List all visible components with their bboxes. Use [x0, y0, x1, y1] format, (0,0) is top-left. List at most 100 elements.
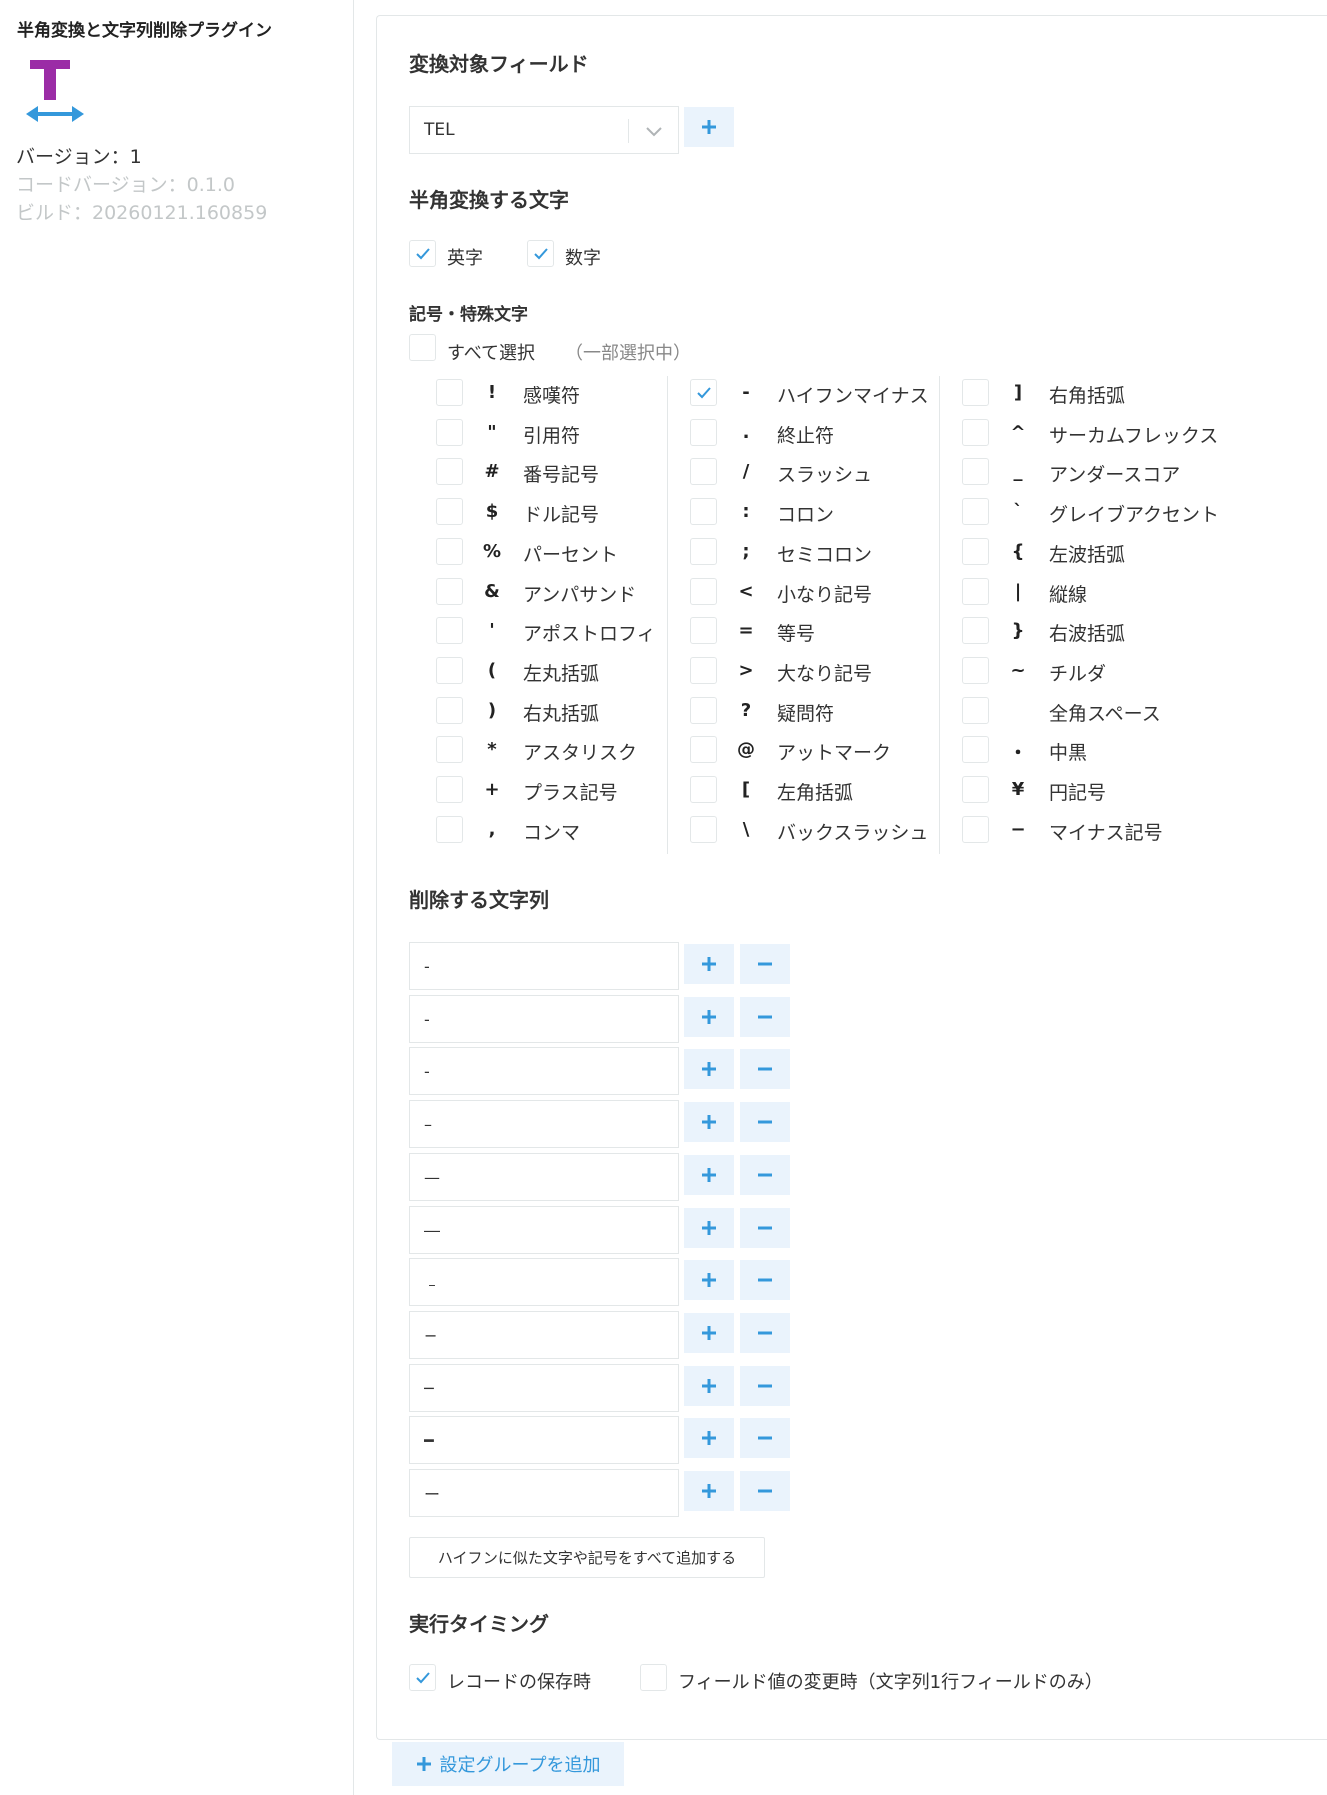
add-row-button[interactable] [684, 1313, 734, 1353]
symbol-char: ` [1013, 501, 1023, 522]
symbol-checkbox[interactable] [690, 379, 717, 406]
delete-string-input[interactable] [409, 1153, 679, 1201]
symbol-char: . [742, 422, 750, 443]
symbol-checkbox[interactable] [962, 379, 989, 406]
symbol-checkbox[interactable] [436, 458, 463, 485]
symbol-checkbox[interactable] [690, 419, 717, 446]
on-save-checkbox[interactable] [409, 1664, 436, 1691]
symbol-checkbox[interactable] [962, 816, 989, 843]
add-row-button[interactable] [684, 1471, 734, 1511]
symbol-checkbox[interactable] [962, 578, 989, 605]
symbol-checkbox[interactable] [962, 736, 989, 763]
delete-string-input[interactable] [409, 995, 679, 1043]
symbol-char: ~ [1010, 660, 1026, 681]
symbol-checkbox[interactable] [436, 736, 463, 763]
delete-string-input[interactable] [409, 942, 679, 990]
symbol-checkbox[interactable] [962, 498, 989, 525]
minus-icon [758, 962, 772, 966]
symbol-checkbox[interactable] [436, 498, 463, 525]
remove-row-button[interactable] [740, 1471, 790, 1511]
remove-row-button[interactable] [740, 1260, 790, 1300]
column-divider [939, 376, 940, 854]
symbol-checkbox[interactable] [436, 776, 463, 803]
symbol-checkbox[interactable] [436, 617, 463, 644]
on-change-checkbox[interactable] [640, 1664, 667, 1691]
symbol-checkbox[interactable] [690, 657, 717, 684]
symbol-char: ? [740, 700, 752, 721]
symbol-name: マイナス記号 [1049, 822, 1163, 844]
target-field-select[interactable]: TEL [409, 106, 679, 154]
symbol-name: アンダースコア [1049, 464, 1181, 486]
partial-selection-note: （一部選択中） [565, 343, 691, 364]
add-row-button[interactable] [684, 997, 734, 1037]
remove-row-button[interactable] [740, 1313, 790, 1353]
symbol-checkbox[interactable] [690, 458, 717, 485]
symbol-checkbox[interactable] [690, 578, 717, 605]
add-row-button[interactable] [684, 1260, 734, 1300]
remove-row-button[interactable] [740, 944, 790, 984]
remove-row-button[interactable] [740, 1049, 790, 1089]
symbol-checkbox[interactable] [690, 617, 717, 644]
delete-string-input[interactable] [409, 1469, 679, 1517]
delete-string-input[interactable] [409, 1258, 679, 1306]
remove-row-button[interactable] [740, 1418, 790, 1458]
symbol-name: スラッシュ [777, 464, 873, 486]
add-group-button[interactable]: 設定グループを追加 [392, 1742, 624, 1786]
select-all-checkbox[interactable] [409, 334, 436, 361]
remove-row-button[interactable] [740, 1102, 790, 1142]
symbol-checkbox[interactable] [436, 697, 463, 724]
sidebar: 半角変換と文字列削除プラグイン バージョン：1 コードバージョン：0.1.0 ビ… [0, 0, 354, 1795]
symbol-checkbox[interactable] [436, 419, 463, 446]
symbol-checkbox[interactable] [690, 736, 717, 763]
remove-row-button[interactable] [740, 1155, 790, 1195]
add-field-button[interactable] [684, 107, 734, 147]
alpha-label: 英字 [447, 248, 483, 269]
add-row-button[interactable] [684, 944, 734, 984]
digit-checkbox[interactable] [527, 240, 554, 267]
symbol-checkbox[interactable] [962, 458, 989, 485]
symbol-char: / [742, 461, 750, 482]
symbol-checkbox[interactable] [436, 816, 463, 843]
symbol-checkbox[interactable] [436, 578, 463, 605]
remove-row-button[interactable] [740, 1366, 790, 1406]
symbol-checkbox[interactable] [690, 498, 717, 525]
symbol-checkbox[interactable] [962, 538, 989, 565]
symbol-checkbox[interactable] [962, 657, 989, 684]
symbol-char: + [484, 779, 500, 800]
add-row-button[interactable] [684, 1208, 734, 1248]
delete-string-input[interactable] [409, 1206, 679, 1254]
delete-string-input[interactable] [409, 1047, 679, 1095]
remove-row-button[interactable] [740, 997, 790, 1037]
minus-icon [758, 1015, 772, 1019]
symbol-checkbox[interactable] [436, 379, 463, 406]
symbol-checkbox[interactable] [962, 697, 989, 724]
add-row-button[interactable] [684, 1102, 734, 1142]
symbol-checkbox[interactable] [436, 538, 463, 565]
symbol-checkbox[interactable] [690, 816, 717, 843]
add-row-button[interactable] [684, 1155, 734, 1195]
delete-string-input[interactable] [409, 1311, 679, 1359]
plus-icon [702, 1431, 716, 1445]
add-row-button[interactable] [684, 1418, 734, 1458]
delete-string-input[interactable] [409, 1364, 679, 1412]
delete-string-input[interactable] [409, 1416, 679, 1464]
symbol-char: ! [487, 382, 497, 403]
symbol-char: ¥ [1011, 779, 1025, 800]
add-row-button[interactable] [684, 1049, 734, 1089]
plus-icon [702, 1273, 716, 1287]
symbol-checkbox[interactable] [690, 697, 717, 724]
delete-strings-title: 削除する文字列 [409, 888, 549, 912]
symbol-checkbox[interactable] [962, 776, 989, 803]
delete-string-input[interactable] [409, 1100, 679, 1148]
symbol-checkbox[interactable] [962, 419, 989, 446]
symbol-checkbox[interactable] [962, 617, 989, 644]
symbol-checkbox[interactable] [690, 776, 717, 803]
remove-row-button[interactable] [740, 1208, 790, 1248]
symbol-checkbox[interactable] [690, 538, 717, 565]
add-row-button[interactable] [684, 1366, 734, 1406]
symbol-checkbox[interactable] [436, 657, 463, 684]
plus-icon [702, 1010, 716, 1024]
add-similar-hyphens-button[interactable]: ハイフンに似た文字や記号をすべて追加する [409, 1537, 765, 1578]
symbol-name: 引用符 [523, 425, 581, 447]
alpha-checkbox[interactable] [409, 240, 436, 267]
